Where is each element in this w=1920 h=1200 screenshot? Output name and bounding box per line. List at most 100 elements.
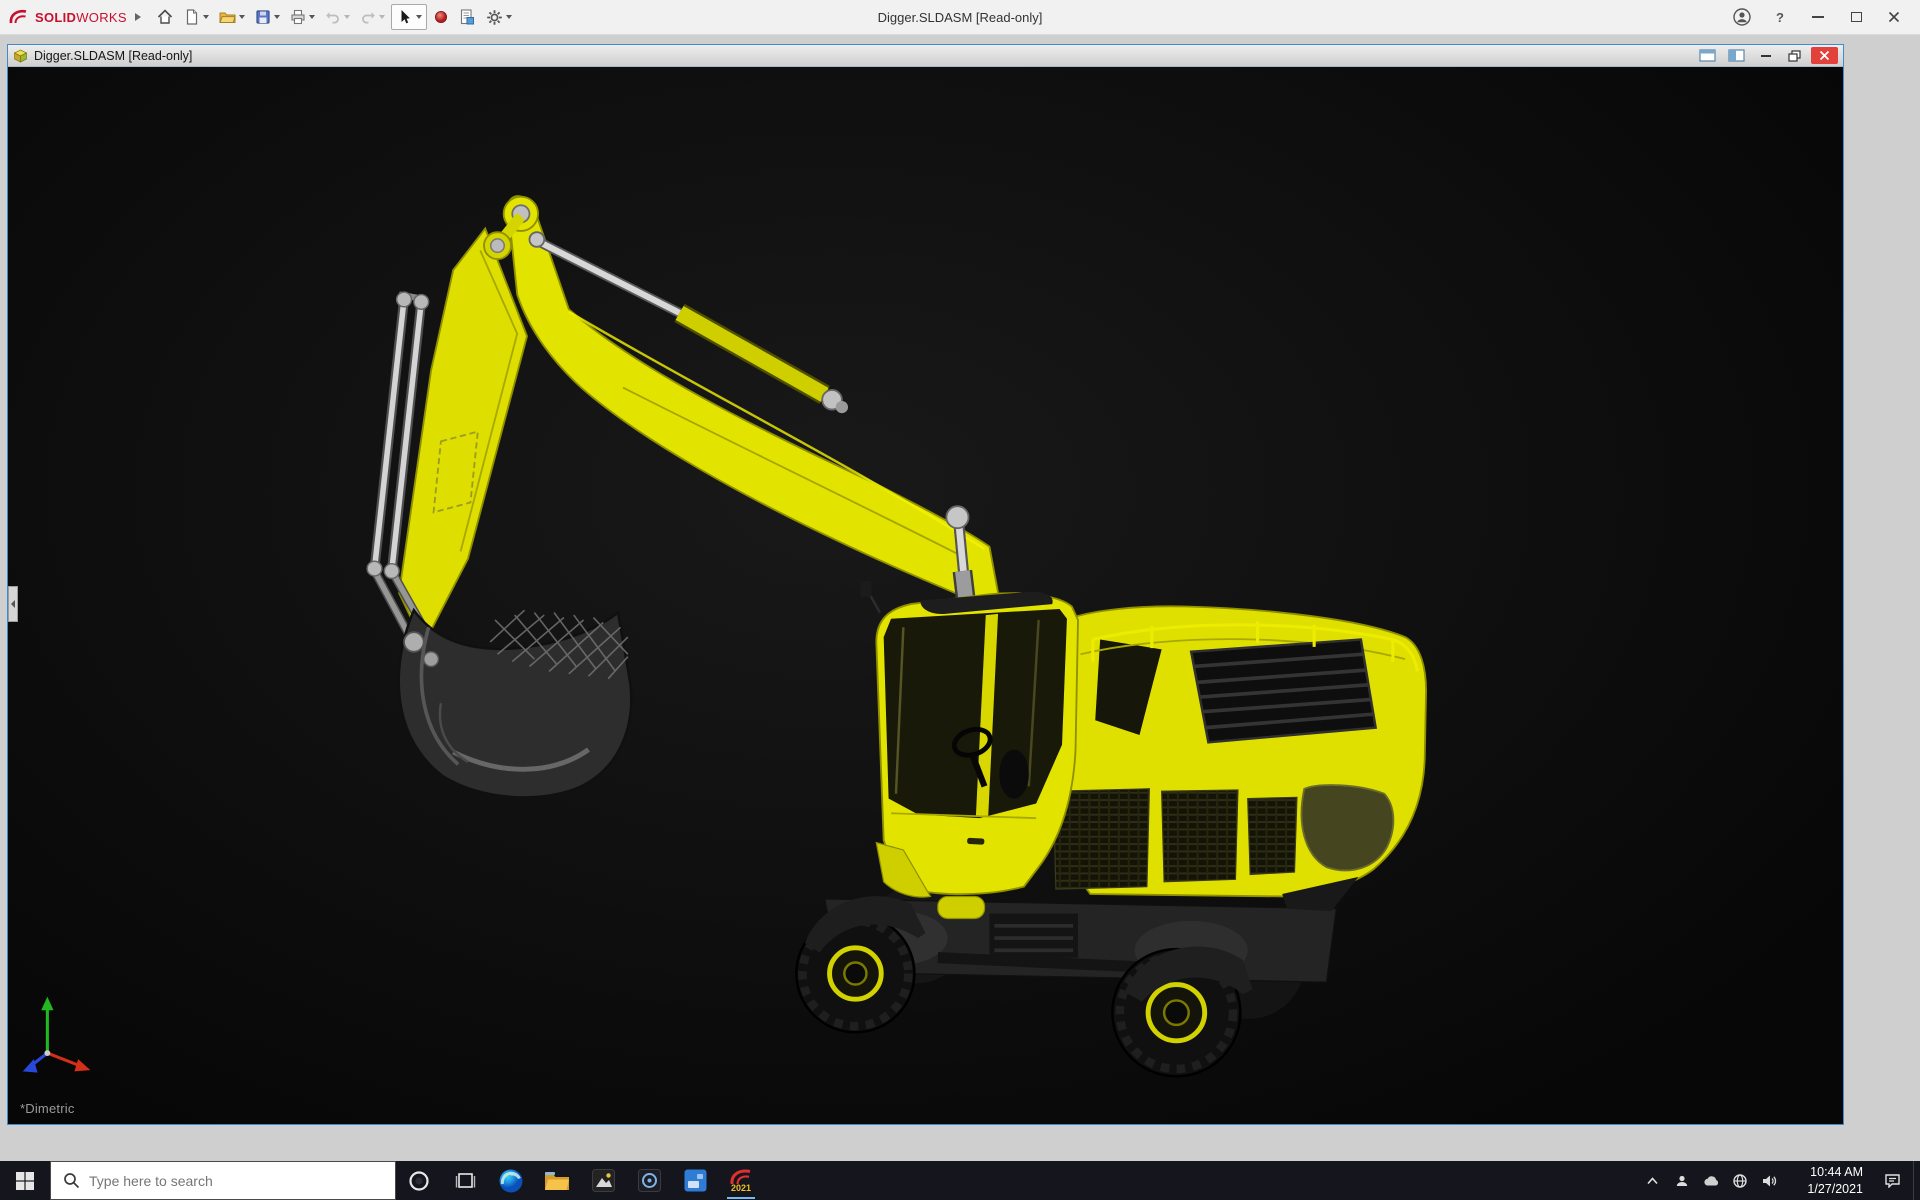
appearance-button[interactable] (430, 4, 452, 31)
edge-button[interactable] (488, 1161, 534, 1200)
print-icon (291, 9, 305, 25)
tray-expand-icon (1647, 1176, 1658, 1184)
document-settings-icon (460, 9, 474, 25)
save-dropdown-icon[interactable] (273, 15, 280, 19)
open-button[interactable] (215, 4, 248, 31)
solidworks-logo: SOLIDWORKS (8, 8, 127, 26)
excavator-boom[interactable] (502, 195, 1003, 624)
minimize-button[interactable] (1800, 3, 1836, 32)
media-app-icon (637, 1169, 661, 1192)
account-button[interactable] (1724, 3, 1760, 32)
doc-restore-icon (1788, 49, 1801, 62)
meet-now-button[interactable] (1667, 1161, 1696, 1200)
document-window: Digger.SLDASM [Read-only] *Dimetric (7, 44, 1844, 1125)
doc-minimize-button[interactable] (1753, 47, 1778, 64)
blue-app-icon (684, 1169, 706, 1192)
photos-icon (591, 1169, 615, 1192)
tile-window-button[interactable] (1695, 47, 1720, 64)
tray-expand-button[interactable] (1638, 1161, 1667, 1200)
assembly-document-icon (13, 49, 28, 63)
solidworks-ds-mark (9, 9, 27, 24)
system-tray: 10:44 AM 1/27/2021 (1638, 1161, 1920, 1200)
split-window-button[interactable] (1724, 47, 1749, 64)
appearance-icon (434, 11, 447, 23)
undo-dropdown-icon[interactable] (343, 15, 350, 19)
meet-now-icon (1676, 1175, 1687, 1186)
quick-access-toolbar (153, 4, 515, 31)
search-input[interactable] (89, 1172, 395, 1189)
options-button[interactable] (482, 4, 515, 31)
document-title: Digger.SLDASM [Read-only] (34, 48, 193, 63)
doc-restore-button[interactable] (1782, 47, 1807, 64)
close-button[interactable] (1876, 3, 1912, 32)
excavator-stick-and-bucket[interactable] (366, 212, 633, 799)
notification-center-button[interactable] (1871, 1161, 1913, 1200)
running-app-indicator (727, 1196, 755, 1199)
network-button[interactable] (1725, 1161, 1754, 1200)
new-document-icon (186, 9, 197, 25)
open-icon (219, 12, 236, 23)
orientation-triad-icon (22, 996, 91, 1073)
print-button[interactable] (286, 4, 318, 31)
select-icon (401, 10, 410, 24)
save-button[interactable] (251, 4, 283, 31)
taskbar-clock[interactable]: 10:44 AM 1/27/2021 (1783, 1161, 1871, 1200)
task-view-icon (455, 1173, 475, 1188)
volume-button[interactable] (1754, 1161, 1783, 1200)
excavator-model-render[interactable] (8, 67, 1843, 1124)
options-dropdown-icon[interactable] (505, 15, 512, 19)
volume-icon (1762, 1175, 1776, 1186)
doc-minimize-icon (1760, 54, 1771, 57)
print-dropdown-icon[interactable] (308, 15, 315, 19)
window-controls: ? (1724, 3, 1912, 32)
brand-solid: SOLID (35, 9, 77, 25)
undo-button[interactable] (321, 4, 353, 31)
featuremanager-collapsed-tab[interactable] (8, 586, 18, 622)
help-glyph: ? (1776, 9, 1784, 25)
media-app-button[interactable] (626, 1161, 672, 1200)
document-titlebar[interactable]: Digger.SLDASM [Read-only] (8, 45, 1843, 67)
excavator-body[interactable] (1052, 605, 1427, 912)
maximize-icon (1850, 12, 1862, 22)
open-dropdown-icon[interactable] (238, 15, 245, 19)
document-window-controls (1695, 47, 1838, 64)
graphics-area[interactable]: *Dimetric (8, 67, 1843, 1124)
show-desktop-button[interactable] (1913, 1161, 1920, 1200)
help-button[interactable]: ? (1762, 3, 1798, 32)
start-icon (16, 1171, 34, 1190)
taskbar: 2021 (0, 1161, 1920, 1200)
brand-works: WORKS (76, 9, 127, 25)
start-button[interactable] (0, 1161, 50, 1200)
clock-date: 1/27/2021 (1807, 1181, 1863, 1196)
close-icon (1888, 11, 1900, 23)
select-dropdown-icon[interactable] (415, 15, 422, 19)
excavator-bucket[interactable] (397, 607, 633, 799)
split-window-icon (1728, 49, 1745, 62)
help-icon: ? (1771, 8, 1789, 26)
blue-app-button[interactable] (672, 1161, 718, 1200)
cortana-button[interactable] (396, 1161, 442, 1200)
solidworks-taskbar-button[interactable]: 2021 (718, 1161, 764, 1200)
maximize-button[interactable] (1838, 3, 1874, 32)
onedrive-button[interactable] (1696, 1161, 1725, 1200)
redo-dropdown-icon[interactable] (378, 15, 385, 19)
window-title: Digger.SLDASM [Read-only] (877, 9, 1043, 25)
taskbar-search[interactable] (50, 1161, 396, 1200)
view-orientation-label: *Dimetric (20, 1101, 75, 1116)
task-view-button[interactable] (442, 1161, 488, 1200)
photos-button[interactable] (580, 1161, 626, 1200)
file-explorer-button[interactable] (534, 1161, 580, 1200)
new-document-button[interactable] (180, 4, 212, 31)
save-icon (256, 10, 270, 24)
excavator-cab[interactable] (860, 580, 1079, 898)
new-document-dropdown-icon[interactable] (202, 15, 209, 19)
doc-close-button[interactable] (1811, 47, 1838, 64)
document-settings-button[interactable] (455, 4, 479, 31)
menu-expand-arrow-icon[interactable] (134, 13, 141, 21)
search-icon (64, 1173, 80, 1189)
home-button[interactable] (153, 4, 177, 31)
minimize-icon (1812, 16, 1824, 18)
tile-window-icon (1699, 49, 1716, 62)
redo-button[interactable] (356, 4, 388, 31)
select-tool-button[interactable] (390, 4, 427, 30)
